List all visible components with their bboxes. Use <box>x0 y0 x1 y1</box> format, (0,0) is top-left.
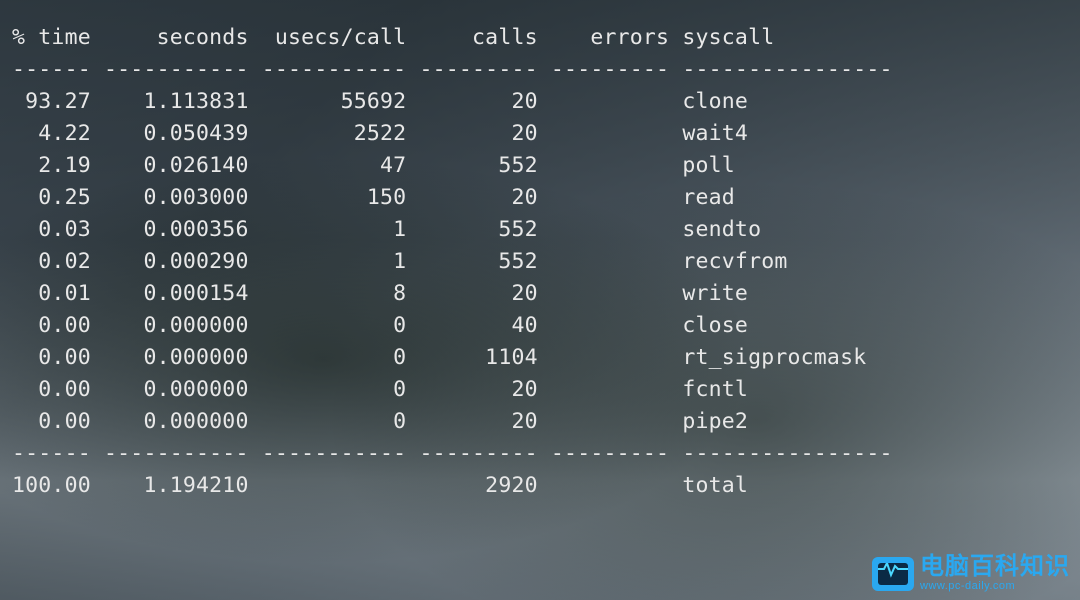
divider-top: ------ ----------- ----------- ---------… <box>12 57 893 82</box>
pulse-icon <box>878 563 908 578</box>
strace-output-table: % time seconds usecs/call calls errors s… <box>0 0 1080 524</box>
watermark: 电脑百科知识 www.pc-daily.com <box>872 555 1070 592</box>
header-row: % time seconds usecs/call calls errors s… <box>12 25 774 50</box>
watermark-monitor-icon <box>872 557 914 591</box>
watermark-text-url: www.pc-daily.com <box>920 581 1070 592</box>
divider-bottom: ------ ----------- ----------- ---------… <box>12 441 893 466</box>
total-row: 100.00 1.194210 2920 total <box>12 473 748 498</box>
data-rows: 93.27 1.113831 55692 20 clone 4.22 0.050… <box>12 89 866 434</box>
watermark-text-main: 电脑百科知识 <box>920 555 1070 579</box>
